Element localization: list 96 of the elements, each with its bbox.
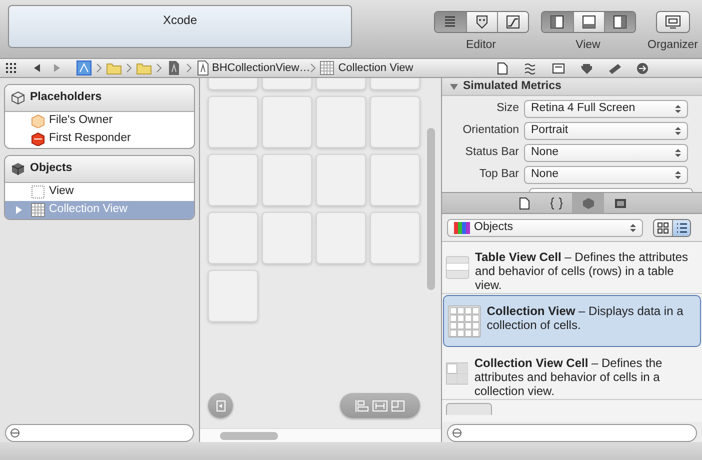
collection-cell — [208, 212, 258, 264]
organizer-label: Organizer — [648, 38, 698, 53]
view-icon — [31, 185, 45, 199]
bottom-panel-icon — [580, 14, 596, 30]
outline-item[interactable]: First Responder — [5, 130, 194, 148]
arrow-circle-icon[interactable] — [636, 62, 648, 74]
mask-icon — [474, 14, 490, 30]
resize-icon[interactable] — [391, 400, 405, 412]
editor-segment[interactable] — [466, 12, 496, 32]
filter-field[interactable] — [5, 424, 194, 442]
chevron-icon — [126, 63, 132, 73]
view-segment[interactable] — [572, 12, 604, 32]
collection-cell — [370, 212, 420, 264]
collection-cell — [208, 270, 258, 322]
field-label: Size — [496, 101, 520, 116]
right-panel-icon — [612, 14, 628, 30]
project-icon[interactable] — [76, 60, 92, 76]
stepper-arrows-icon — [675, 170, 681, 180]
item-description: Collection View Cell – Defines the attributes and behavior of cells in a collection view. — [474, 355, 664, 396]
editor-segment[interactable] — [434, 12, 466, 32]
collection-cell — [316, 154, 366, 206]
collection-cell — [370, 154, 420, 206]
field-label: Orientation — [462, 123, 520, 138]
section-title: Objects — [30, 161, 72, 176]
stepper-arrows-icon — [630, 222, 636, 232]
dropdown[interactable]: Retina 4 Full Screen — [524, 100, 688, 118]
collection-cell — [262, 96, 312, 148]
view-mode-button[interactable] — [654, 220, 672, 236]
layout-controls[interactable] — [340, 393, 420, 418]
filter-icon — [10, 428, 20, 438]
view-segment[interactable] — [542, 12, 572, 32]
outline-item[interactable]: View — [5, 183, 194, 201]
braces-icon — [550, 196, 562, 210]
related-items-icon[interactable] — [6, 63, 18, 73]
breadcrumb-item[interactable]: Collection View — [338, 60, 414, 76]
window-title: Xcode — [8, 5, 352, 48]
horizontal-scrollbar[interactable] — [220, 432, 278, 440]
grid-icon — [31, 203, 45, 217]
color-swatch-icon — [454, 222, 470, 234]
section-header[interactable]: Simulated Metrics — [442, 78, 702, 96]
ruler-icon[interactable] — [608, 62, 620, 74]
collection-cell — [316, 96, 366, 148]
collection-cell — [370, 96, 420, 148]
panel-toggle-icon — [216, 400, 226, 412]
dropdown[interactable]: None — [524, 144, 688, 162]
organizer-button[interactable] — [656, 11, 690, 33]
view-segment[interactable] — [604, 12, 634, 32]
section-title: Placeholders — [30, 90, 102, 106]
outline-item[interactable]: File's Owner — [5, 112, 194, 130]
view-mode-button[interactable] — [672, 220, 690, 236]
library-dropdown[interactable]: Objects — [447, 218, 643, 236]
chevron-icon — [96, 63, 102, 73]
breadcrumb-item[interactable]: BHCollectionView… — [212, 60, 310, 76]
film-icon — [614, 196, 626, 210]
collection-cell — [262, 154, 312, 206]
monitor-icon — [664, 15, 681, 29]
chevron-icon — [310, 63, 316, 73]
field-label: Top Bar — [478, 167, 520, 182]
file-icon[interactable] — [496, 62, 508, 74]
collection-cell — [316, 212, 366, 264]
stepper-arrows-icon — [675, 126, 681, 136]
list-icon — [676, 222, 688, 234]
icon-grid-icon — [657, 222, 669, 234]
back-arrow-icon[interactable] — [32, 63, 42, 73]
grid-icon[interactable] — [320, 61, 334, 75]
chevron-icon — [156, 63, 162, 73]
stepper-arrows-icon — [675, 148, 681, 158]
library-item-icon — [446, 403, 492, 415]
view-label: View — [574, 38, 602, 53]
library-item[interactable]: Collection View – Displays data in a collection of cells. — [443, 295, 701, 347]
filter-icon — [452, 428, 462, 438]
vertical-scrollbar[interactable] — [427, 128, 435, 290]
identity-icon[interactable] — [552, 62, 564, 74]
collection-cell — [208, 96, 258, 148]
chevron-icon — [186, 63, 192, 73]
field-label: Status Bar — [464, 145, 520, 160]
editor-label: Editor — [464, 38, 498, 53]
editor-segment[interactable] — [496, 12, 528, 32]
dropdown[interactable]: Portrait — [524, 122, 688, 140]
graph-icon — [504, 14, 520, 30]
cube-outline-icon — [11, 91, 25, 105]
stepper-arrows-icon — [675, 104, 681, 114]
document-icon[interactable] — [196, 60, 210, 76]
collection-cell — [262, 212, 312, 264]
lines-icon[interactable] — [524, 62, 536, 74]
left-panel-icon — [549, 14, 565, 30]
align-icon[interactable] — [355, 400, 369, 412]
dropdown[interactable]: None — [524, 166, 688, 184]
collection-cell — [208, 154, 258, 206]
item-description: Collection View – Displays data in a collection of cells. — [486, 303, 684, 334]
document-icon[interactable] — [166, 60, 182, 76]
item-description: Table View Cell – Defines the attributes and behavior of cells (rows) in a table view. — [475, 249, 690, 290]
pin-icon[interactable] — [372, 400, 388, 412]
zoom-button[interactable] — [208, 393, 233, 418]
file-icon — [518, 196, 530, 210]
filter-field[interactable] — [447, 424, 697, 442]
